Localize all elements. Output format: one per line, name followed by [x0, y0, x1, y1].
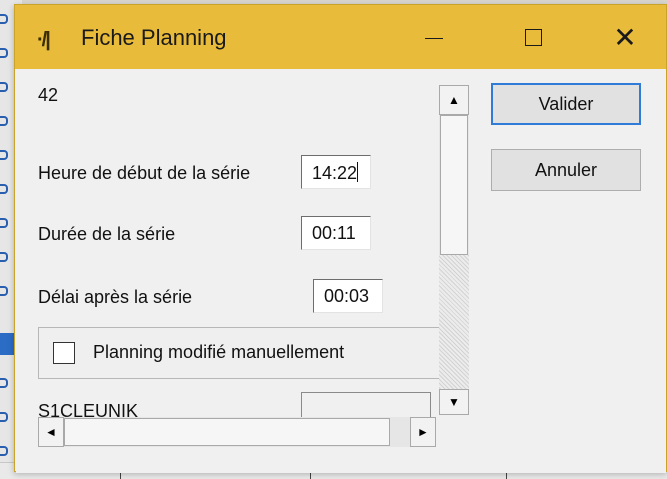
background-marker	[0, 184, 8, 194]
client-area: 42 Heure de début de la série 14:22 Duré…	[16, 69, 666, 473]
background-marker	[0, 286, 8, 296]
arrow-left-icon: ◄	[45, 425, 57, 439]
vertical-scrollbar[interactable]: ▲ ▼	[439, 85, 469, 415]
scroll-left-button[interactable]: ◄	[38, 417, 64, 447]
arrow-right-icon: ►	[417, 425, 429, 439]
s1cleunik-field[interactable]	[301, 392, 431, 418]
close-icon: ✕	[613, 21, 637, 53]
background-marker	[0, 48, 8, 58]
delay-input[interactable]: 00:03	[313, 279, 383, 313]
background-marker	[0, 252, 8, 262]
scroll-down-button[interactable]: ▼	[439, 389, 469, 415]
record-number: 42	[38, 85, 59, 105]
arrow-up-icon: ▲	[448, 93, 460, 107]
minimize-button[interactable]	[404, 5, 464, 69]
horizontal-scroll-thumb[interactable]	[64, 418, 390, 446]
background-selected-row	[0, 333, 14, 355]
text-caret	[357, 162, 359, 182]
validate-button[interactable]: Valider	[491, 83, 641, 125]
scroll-right-button[interactable]: ►	[410, 417, 436, 447]
background-marker	[0, 446, 8, 456]
maximize-icon	[524, 28, 542, 46]
minimize-icon	[425, 37, 443, 39]
manual-planning-label: Planning modifié manuellement	[93, 342, 345, 362]
background-marker	[0, 14, 8, 24]
delay-label: Délai après la série	[38, 287, 193, 307]
close-button[interactable]: ✕	[595, 5, 655, 69]
start-time-label: Heure de début de la série	[38, 163, 251, 183]
horizontal-scrollbar[interactable]: ◄ ►	[38, 417, 436, 447]
background-marker	[0, 412, 8, 422]
maximize-button[interactable]	[503, 5, 563, 69]
manual-planning-group: Planning modifié manuellement	[38, 327, 456, 379]
duration-label: Durée de la série	[38, 224, 176, 244]
window-title: Fiche Planning	[81, 25, 227, 50]
vertical-scroll-thumb[interactable]	[440, 115, 468, 255]
background-marker	[0, 82, 8, 92]
background-marker	[0, 150, 8, 160]
manual-planning-checkbox[interactable]	[53, 342, 75, 364]
scroll-track[interactable]	[439, 255, 469, 405]
duration-input[interactable]: 00:11	[301, 216, 371, 250]
app-icon: ·/|	[37, 29, 51, 51]
title-bar[interactable]: ·/| Fiche Planning ✕	[15, 5, 666, 69]
arrow-down-icon: ▼	[448, 395, 460, 409]
scrollbar-corner	[436, 417, 469, 447]
start-time-value: 14:22	[312, 163, 358, 183]
scroll-up-button[interactable]: ▲	[439, 85, 469, 115]
background-marker	[0, 218, 8, 228]
cancel-button[interactable]: Annuler	[491, 149, 641, 191]
background-marker	[0, 116, 8, 126]
fiche-planning-dialog: ·/| Fiche Planning ✕ 42 Heure de début d…	[14, 4, 667, 473]
background-marker	[0, 378, 8, 388]
start-time-input[interactable]: 14:22	[301, 155, 371, 189]
